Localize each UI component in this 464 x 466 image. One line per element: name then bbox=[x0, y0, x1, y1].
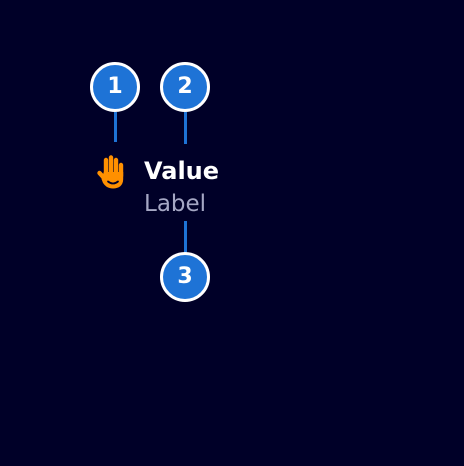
callout-line-1 bbox=[114, 112, 117, 142]
callout-marker-1: 1 bbox=[90, 62, 140, 112]
callout-line-2 bbox=[184, 112, 187, 144]
raised-hand-icon bbox=[97, 155, 124, 189]
label-text: Label bbox=[144, 191, 207, 217]
callout-line-3 bbox=[184, 221, 187, 253]
value-text: Value bbox=[144, 157, 220, 185]
callout-marker-3: 3 bbox=[160, 252, 210, 302]
callout-marker-2: 2 bbox=[160, 62, 210, 112]
